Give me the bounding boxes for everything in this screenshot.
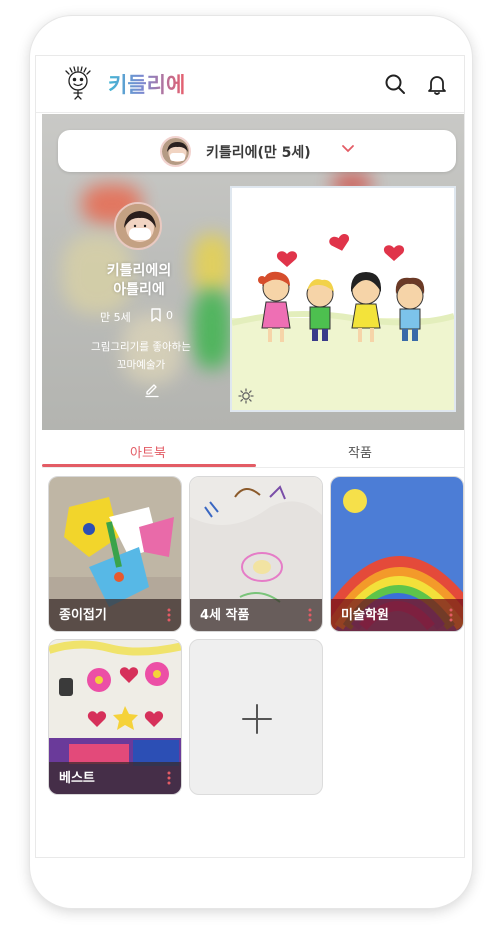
- child-selector-label: 키틀리에(만 5세): [206, 145, 311, 161]
- profile-age: 만 5세: [100, 311, 131, 324]
- active-tab-indicator: [42, 464, 256, 467]
- album-card[interactable]: 종이접기: [48, 476, 182, 632]
- profile-hero: 키틀리에(만 5세) 키틀리에의 아틀리에 만 5세 0 그림그리기를 좋아하는…: [42, 114, 464, 430]
- bell-icon[interactable]: [425, 72, 449, 96]
- album-title: 4세 작품: [200, 608, 250, 623]
- album-card[interactable]: 베스트: [48, 639, 182, 795]
- edit-icon[interactable]: [144, 382, 160, 398]
- search-icon[interactable]: [383, 72, 407, 96]
- album-card[interactable]: 미술학원: [330, 476, 464, 632]
- profile-bio: 그림그리기를 좋아하는 꼬마예술가: [66, 338, 216, 374]
- album-card[interactable]: 4세 작품: [189, 476, 323, 632]
- mascot-logo-icon: [65, 66, 91, 100]
- app-screen: 키들리에 키틀리에(만 5세) 키틀리에의 아틀리에 만 5세 0 그림그리기를…: [35, 55, 465, 858]
- child-selector[interactable]: 키틀리에(만 5세): [58, 130, 456, 172]
- tab-bar: 아트북 작품: [42, 434, 464, 468]
- profile-avatar: [114, 202, 162, 250]
- profile-name-line2: 아틀리에: [113, 282, 165, 298]
- album-title: 베스트: [59, 771, 95, 786]
- app-header: 키들리에: [36, 56, 464, 113]
- profile-name-line1: 키틀리에의: [106, 263, 172, 279]
- tab-artworks[interactable]: 작품: [254, 442, 464, 461]
- add-album-button[interactable]: [189, 639, 323, 795]
- album-title: 미술학원: [341, 608, 389, 623]
- more-vertical-icon[interactable]: [167, 608, 171, 622]
- more-vertical-icon[interactable]: [449, 608, 453, 622]
- gear-icon[interactable]: [238, 388, 254, 404]
- bookmark-icon: [151, 308, 161, 322]
- bookmark-count: 0: [166, 309, 173, 322]
- profile-name: 키틀리에의 아틀리에: [74, 262, 204, 300]
- featured-artwork[interactable]: [230, 186, 456, 412]
- more-vertical-icon[interactable]: [308, 608, 312, 622]
- tab-artbook[interactable]: 아트북: [42, 442, 254, 461]
- album-title: 종이접기: [59, 608, 107, 623]
- app-title: 키들리에: [108, 69, 185, 99]
- profile-stats: 만 5세 0: [100, 307, 190, 325]
- plus-icon: [242, 704, 272, 734]
- chevron-down-icon: [342, 145, 354, 153]
- child-avatar: [160, 136, 191, 167]
- profile-bio-line1: 그림그리기를 좋아하는: [91, 341, 191, 353]
- profile-bio-line2: 꼬마예술가: [116, 359, 166, 371]
- more-vertical-icon[interactable]: [167, 771, 171, 785]
